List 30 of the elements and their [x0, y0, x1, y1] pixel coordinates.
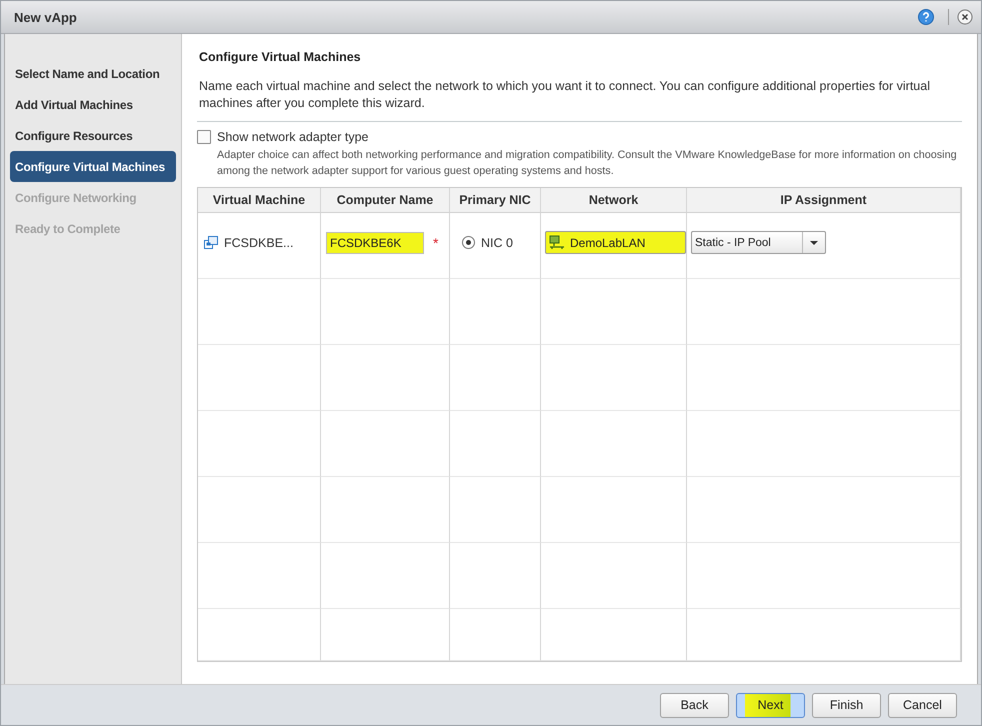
- nic-radio[interactable]: [462, 236, 475, 249]
- close-icon[interactable]: [948, 9, 973, 25]
- vm-icon: [204, 236, 218, 250]
- network-button[interactable]: DemoLabLAN: [545, 231, 686, 254]
- computer-name-field[interactable]: FCSDKBE6K: [326, 232, 424, 254]
- page-description: Name each virtual machine and select the network to which you want it to connect. You can configure additional properties for virtual machines after you complete this wizard.: [199, 78, 931, 112]
- wizard-button[interactable]: Back: [660, 692, 729, 718]
- wizard-step[interactable]: Configure Virtual Machines: [10, 151, 176, 182]
- help-icon[interactable]: [918, 9, 934, 25]
- wizard-button[interactable]: Next: [736, 692, 805, 718]
- ip-assignment-dropdown[interactable]: Static - IP Pool: [691, 231, 826, 254]
- network-icon: [549, 235, 565, 250]
- vm-name: FCSDKBE...: [224, 236, 294, 250]
- required-mark: *: [433, 234, 438, 250]
- wizard-button[interactable]: Finish: [812, 692, 881, 718]
- checkbox-label: Show network adapter type: [217, 130, 368, 144]
- column-header: Computer Name: [321, 188, 450, 213]
- page-title: Configure Virtual Machines: [199, 50, 362, 64]
- hint-text: Adapter choice can affect both networking performance and migration compatibility. Consult the VMware KnowledgeBase for more information on choosing among the network adapter support for various guest operating systems and hosts.: [217, 148, 958, 179]
- wizard-button[interactable]: Cancel: [888, 692, 957, 718]
- column-header: Primary NIC: [450, 188, 541, 213]
- nic-label: NIC 0: [481, 236, 513, 250]
- column-header: Virtual Machine: [198, 188, 321, 213]
- wizard-step[interactable]: Configure Resources: [10, 120, 176, 151]
- column-header: IP Assignment: [687, 188, 961, 213]
- column-header: Network: [541, 188, 687, 213]
- checkbox[interactable]: [197, 130, 211, 144]
- wizard-step[interactable]: Select Name and Location: [10, 58, 176, 89]
- window-title: New vApp: [14, 10, 78, 24]
- wizard-step[interactable]: Add Virtual Machines: [10, 89, 176, 120]
